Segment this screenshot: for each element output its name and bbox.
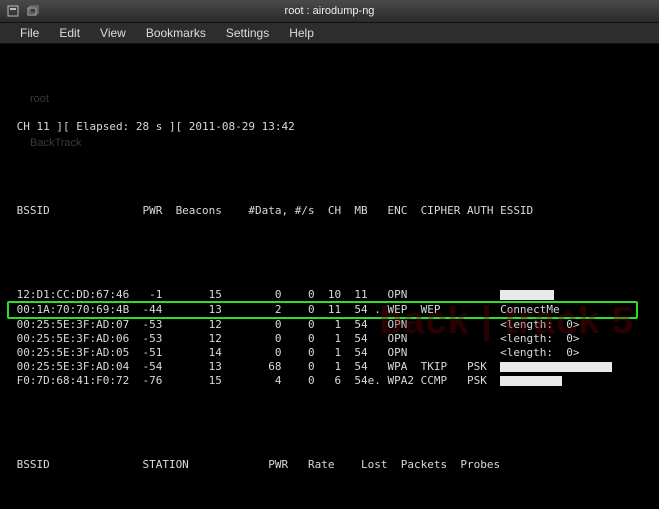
ap-row-text: 00:25:5E:3F:AD:05 -51 14 0 0 1 54 OPN <l…	[10, 346, 580, 359]
watermark-user: root	[30, 92, 82, 106]
window-title: root : airodump-ng	[0, 5, 659, 17]
ap-row-text: 12:D1:CC:DD:67:46 -1 15 0 0 10 11 OPN	[10, 288, 500, 301]
blank-line	[10, 162, 649, 176]
ap-row: 00:1A:70:70:69:4B -44 13 2 0 11 54 . WEP…	[10, 303, 635, 317]
menu-edit[interactable]: Edit	[49, 24, 90, 42]
watermark-title: BackTrack	[30, 136, 82, 150]
ap-row: 12:D1:CC:DD:67:46 -1 15 0 0 10 11 OPN	[10, 288, 649, 302]
ap-row-text: F0:7D:68:41:F0:72 -76 15 4 0 6 54e. WPA2…	[10, 374, 500, 387]
new-tab-icon[interactable]	[26, 4, 40, 18]
menu-help[interactable]: Help	[279, 24, 324, 42]
ap-row: 00:25:5E:3F:AD:07 -53 12 0 0 1 54 OPN <l…	[10, 318, 649, 332]
menu-view[interactable]: View	[90, 24, 136, 42]
blank-line	[10, 246, 649, 260]
blank-line	[10, 416, 649, 430]
menu-bookmarks[interactable]: Bookmarks	[136, 24, 216, 42]
ap-header: BSSID PWR Beacons #Data, #/s CH MB ENC C…	[10, 204, 649, 218]
menubar: File Edit View Bookmarks Settings Help	[0, 23, 659, 44]
ap-row: 00:25:5E:3F:AD:05 -51 14 0 0 1 54 OPN <l…	[10, 346, 649, 360]
ap-row-text: 00:25:5E:3F:AD:06 -53 12 0 0 1 54 OPN <l…	[10, 332, 580, 345]
highlighted-ap-row: 00:1A:70:70:69:4B -44 13 2 0 11 54 . WEP…	[7, 301, 638, 319]
ap-row: 00:25:5E:3F:AD:06 -53 12 0 0 1 54 OPN <l…	[10, 332, 649, 346]
station-header: BSSID STATION PWR Rate Lost Packets Prob…	[10, 458, 649, 472]
ap-row: F0:7D:68:41:F0:72 -76 15 4 0 6 54e. WPA2…	[10, 374, 649, 388]
redacted-essid	[500, 362, 612, 372]
blank-line	[10, 500, 649, 509]
window-titlebar: root : airodump-ng	[0, 0, 659, 23]
app-menu-icon[interactable]	[6, 4, 20, 18]
menu-settings[interactable]: Settings	[216, 24, 279, 42]
redacted-essid	[500, 376, 562, 386]
terminal-output[interactable]: root BackTrack back | track 5 CH 11 ][ E…	[0, 44, 659, 509]
redacted-essid	[500, 290, 554, 300]
menu-file[interactable]: File	[10, 24, 49, 42]
ap-row: 00:25:5E:3F:AD:04 -54 13 68 0 1 54 WPA T…	[10, 360, 649, 374]
ap-row-text: 00:25:5E:3F:AD:04 -54 13 68 0 1 54 WPA T…	[10, 360, 500, 373]
ap-row-text: 00:1A:70:70:69:4B -44 13 2 0 11 54 . WEP…	[10, 303, 560, 316]
status-line: CH 11 ][ Elapsed: 28 s ][ 2011-08-29 13:…	[10, 120, 649, 134]
ap-row-text: 00:25:5E:3F:AD:07 -53 12 0 0 1 54 OPN <l…	[10, 318, 580, 331]
